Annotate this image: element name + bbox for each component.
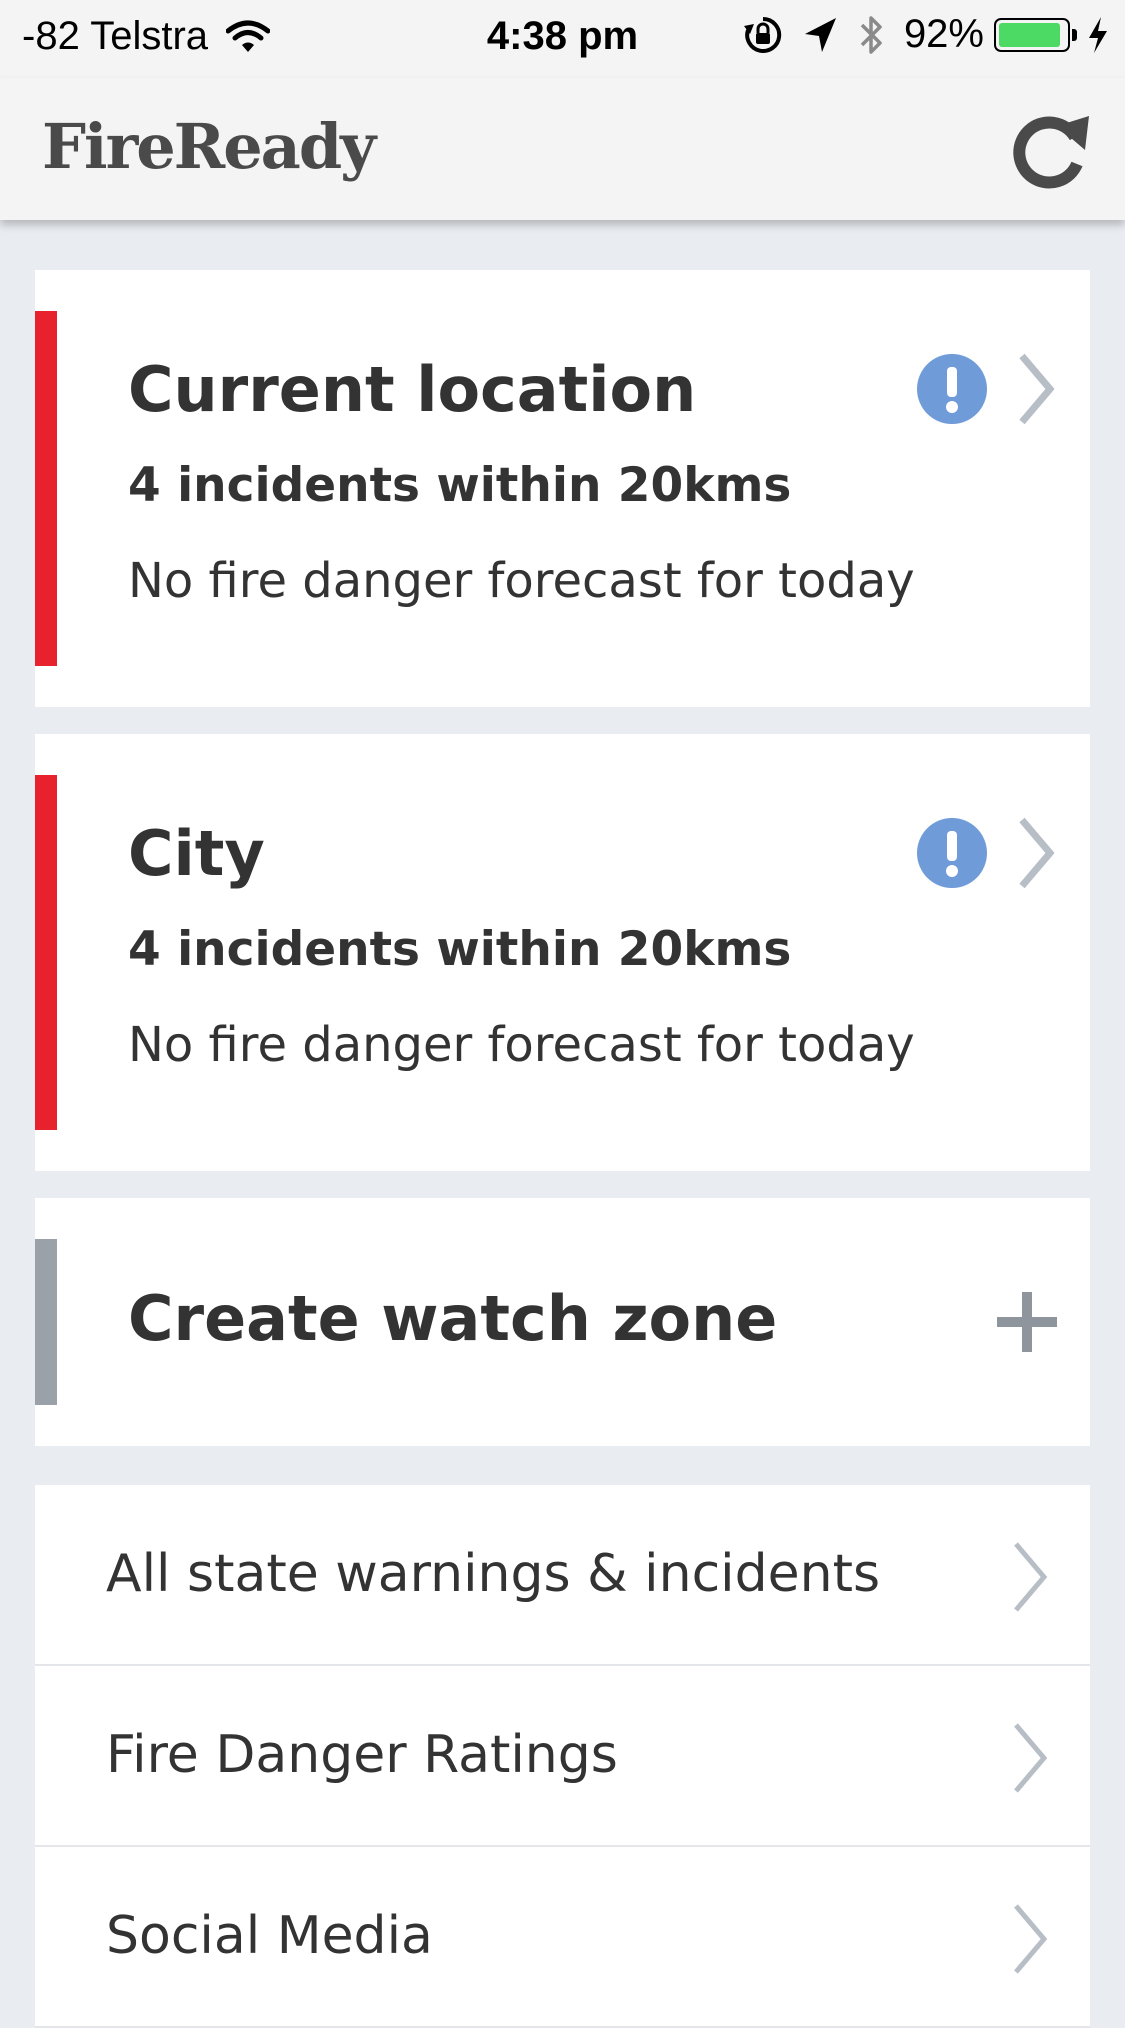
watch-zone-card-city[interactable]: City 4 incidents within 20kms No fire da… bbox=[35, 734, 1090, 1171]
menu-item-label: Fire Danger Ratings bbox=[106, 1725, 618, 1785]
plus-icon bbox=[997, 1292, 1057, 1352]
app-header: FireReady bbox=[0, 78, 1125, 220]
create-watch-zone-label: Create watch zone bbox=[128, 1282, 778, 1355]
refresh-icon[interactable] bbox=[1005, 104, 1095, 194]
navigation-menu: All state warnings & incidents Fire Dang… bbox=[35, 1485, 1090, 2028]
bluetooth-icon bbox=[860, 15, 882, 54]
charging-bolt-icon bbox=[1089, 16, 1107, 53]
alert-stripe bbox=[35, 311, 57, 666]
menu-item-label: Social Media bbox=[106, 1906, 433, 1966]
chevron-right-icon bbox=[1014, 1904, 1048, 1974]
app-logo: FireReady bbox=[42, 110, 376, 183]
menu-item-fire-danger-ratings[interactable]: Fire Danger Ratings bbox=[35, 1666, 1090, 1847]
chevron-right-icon bbox=[1014, 1723, 1048, 1793]
incident-summary: 4 incidents within 20kms bbox=[128, 922, 792, 977]
forecast-summary: No fire danger forecast for today bbox=[128, 1017, 915, 1073]
create-watch-zone-button[interactable]: Create watch zone bbox=[35, 1198, 1090, 1446]
watch-zone-card-current-location[interactable]: Current location 4 incidents within 20km… bbox=[35, 270, 1090, 707]
status-bar-right: 92% bbox=[742, 12, 1111, 57]
watch-zone-title: Current location bbox=[128, 353, 697, 426]
orientation-lock-icon bbox=[743, 16, 782, 53]
menu-item-state-warnings[interactable]: All state warnings & incidents bbox=[35, 1485, 1090, 1666]
battery-percent: 92% bbox=[903, 12, 984, 56]
neutral-stripe bbox=[35, 1239, 57, 1405]
info-alert-icon bbox=[917, 818, 987, 888]
battery-icon bbox=[994, 17, 1077, 52]
chevron-right-icon bbox=[1019, 817, 1055, 889]
forecast-summary: No fire danger forecast for today bbox=[128, 553, 915, 609]
status-bar: -82 Telstra 4:38 pm 92% bbox=[0, 0, 1125, 78]
info-alert-icon bbox=[917, 354, 987, 424]
menu-item-label: All state warnings & incidents bbox=[106, 1544, 881, 1604]
watch-zone-title: City bbox=[128, 817, 265, 890]
location-arrow-icon bbox=[804, 17, 836, 52]
chevron-right-icon bbox=[1019, 353, 1055, 425]
alert-stripe bbox=[35, 775, 57, 1130]
chevron-right-icon bbox=[1014, 1542, 1048, 1612]
incident-summary: 4 incidents within 20kms bbox=[128, 458, 792, 513]
